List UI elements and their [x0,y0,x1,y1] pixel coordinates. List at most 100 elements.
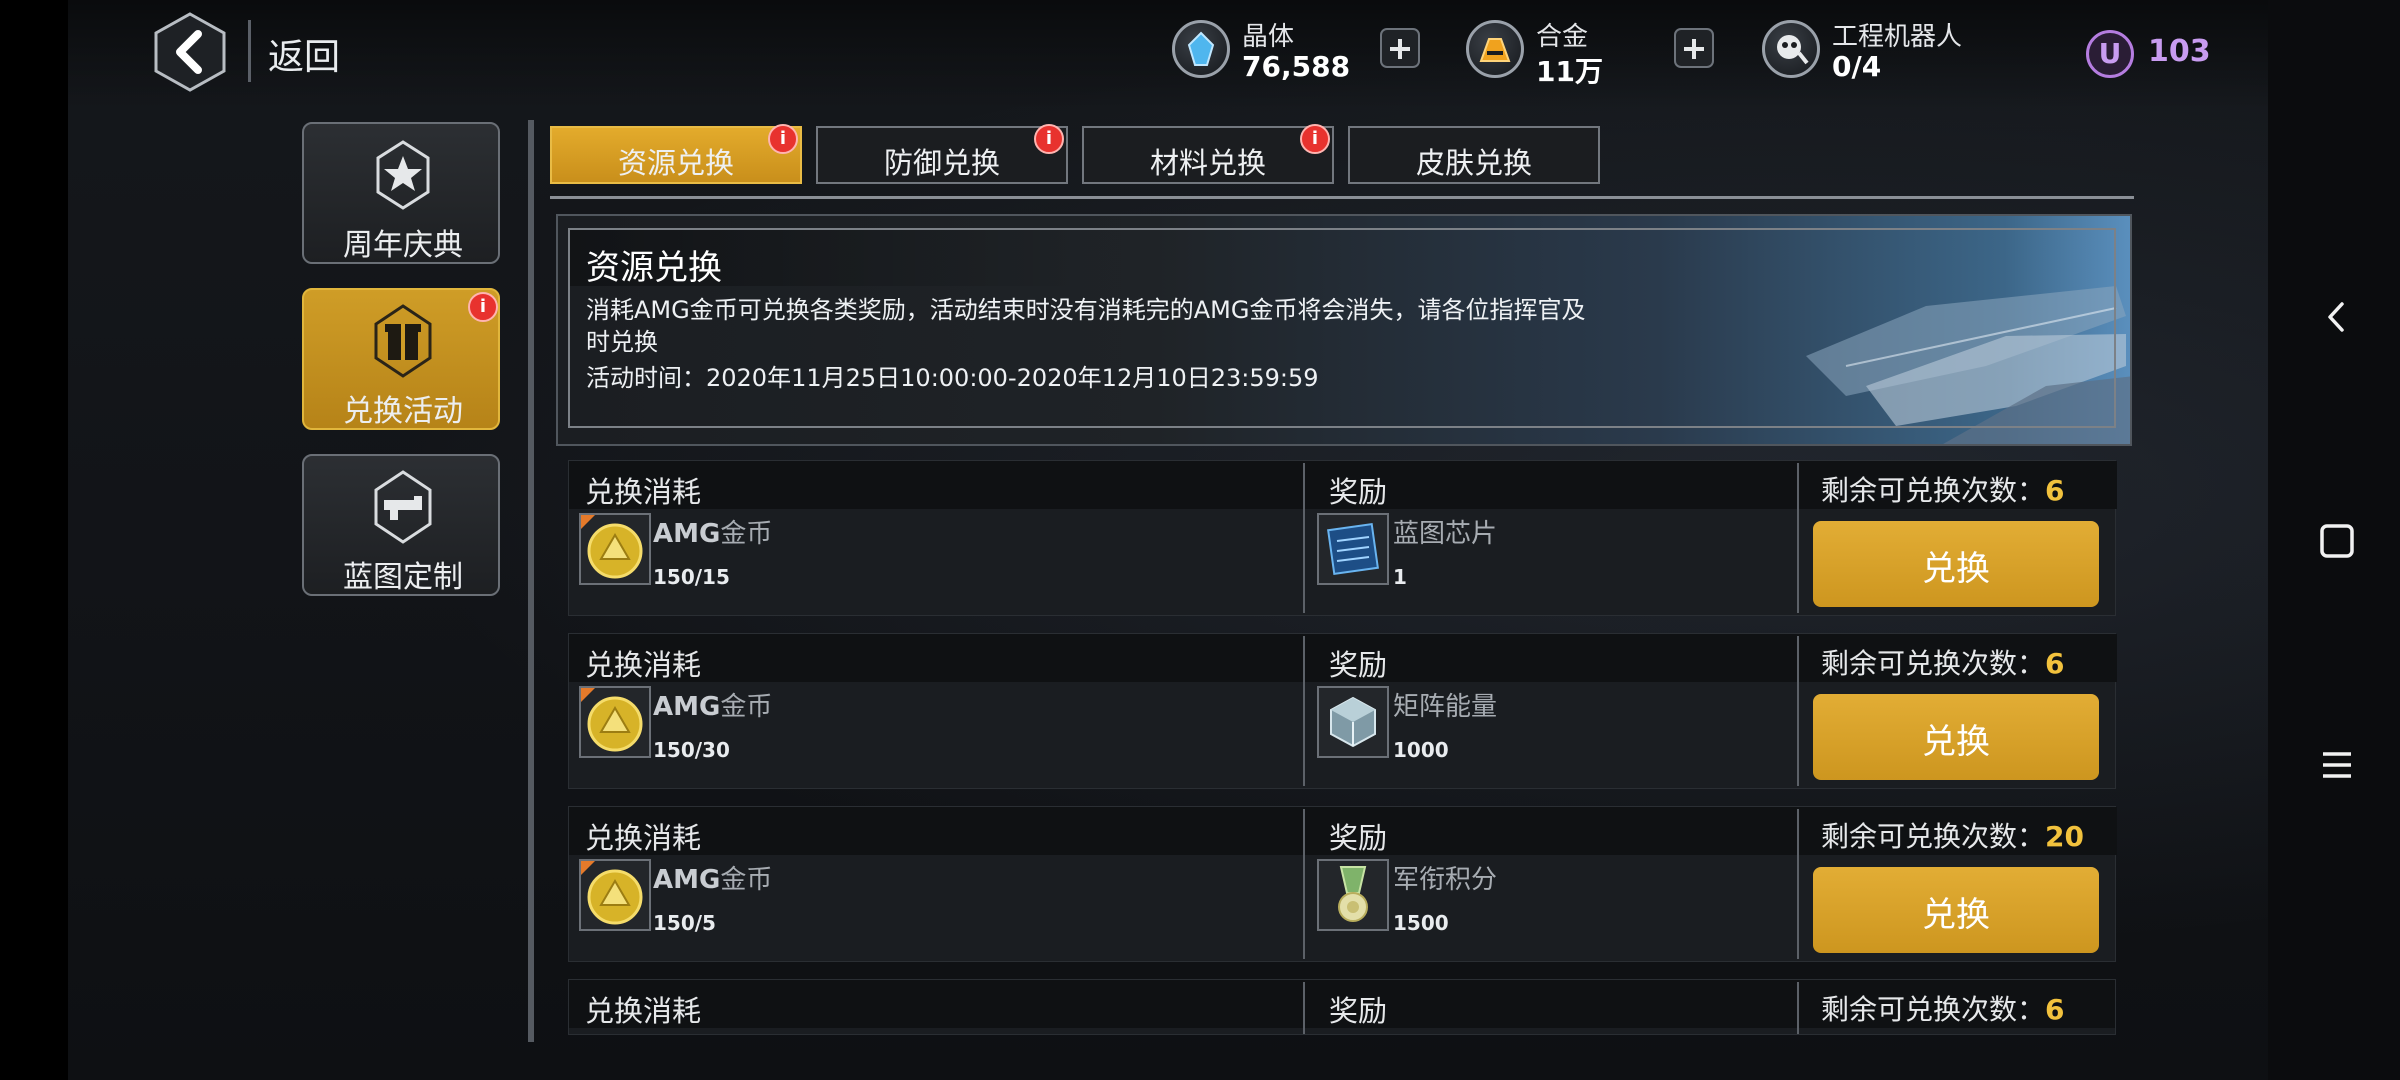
remaining-label: 剩余可兑换次数： [1821,993,2046,1026]
cost-item-prefix: AMG [653,519,721,549]
column-divider [1797,463,1799,613]
banner-description: 消耗AMG金币可兑换各类奖励，活动结束时没有消耗完的AMG金币将会消失，请各位指… [586,296,1586,356]
cost-item-name: AMG金币 [653,513,772,550]
tab-label: 防御兑换 [883,146,1000,180]
back-label[interactable]: 返回 [268,28,340,80]
reward-item-qty: 1000 [1393,738,1449,762]
remaining-value: 20 [2045,820,2084,853]
nav-back-icon[interactable] [2312,292,2362,342]
crystal-icon [1172,20,1230,78]
nav-recents-icon[interactable] [2312,740,2362,790]
sidebar-item-exchange[interactable]: 兑换活动 i [302,288,500,430]
system-nav-bar [2268,0,2400,1080]
column-divider [1797,809,1799,959]
blueprint-gun-icon [368,468,438,546]
cost-label: 兑换消耗 [585,994,702,1028]
remaining-label: 剩余可兑换次数： [1821,647,2046,680]
remaining-count: 剩余可兑换次数：6 [1821,642,2065,682]
letterbox-left [0,0,68,1080]
banner-title: 资源兑换 [586,248,722,288]
sidebar-item-blueprint[interactable]: 蓝图定制 [302,454,500,596]
tab-label: 材料兑换 [1149,146,1266,180]
remaining-value: 6 [2045,647,2065,680]
alloy-value: 11万 [1536,55,1603,88]
tab-resource-exchange[interactable]: 资源兑换 i [550,124,802,184]
cost-item-qty: 150/15 [653,565,730,589]
blueprint-chip-icon [1317,513,1389,585]
column-divider [1303,982,1305,1034]
sidebar-item-label: 蓝图定制 [343,560,463,595]
back-arrow-icon [154,12,226,92]
reward-item-qty: 1500 [1393,911,1449,935]
event-time-label: 活动时间： [586,364,706,392]
crystal-name: 晶体 [1242,22,1295,52]
cost-label: 兑换消耗 [585,475,702,509]
remaining-count: 剩余可兑换次数：6 [1821,469,2065,509]
notification-badge: i [1300,124,1330,154]
exchange-button-label: 兑换 [1922,722,1990,762]
robot-value: 0/4 [1832,50,1882,83]
cost-item-name: AMG金币 [653,686,772,723]
robot-name: 工程机器人 [1832,22,1963,52]
remaining-count: 剩余可兑换次数：6 [1821,988,2065,1028]
back-divider [248,20,251,82]
column-divider [1303,463,1305,613]
event-time-value: 2020年11月25日10:00:00-2020年12月10日23:59:59 [706,364,1319,392]
event-banner: 资源兑换 消耗AMG金币可兑换各类奖励，活动结束时没有消耗完的AMG金币将会消失… [556,214,2132,446]
tab-label: 皮肤兑换 [1415,146,1532,180]
reward-label: 奖励 [1329,821,1388,855]
column-divider [1303,636,1305,786]
cost-item-suffix: 金币 [720,692,773,722]
add-crystal-button[interactable] [1380,28,1420,68]
exchange-row: 兑换消耗 奖励 剩余可兑换次数：20 AMG金币 150/5 军衔积分 1500… [568,806,2117,962]
remaining-value: 6 [2045,474,2065,507]
cost-item-prefix: AMG [653,692,721,722]
cost-item-qty: 150/30 [653,738,730,762]
exchange-button-label: 兑换 [1922,549,1990,589]
tab-material-exchange[interactable]: 材料兑换 i [1082,124,1334,184]
reward-item-name: 矩阵能量 [1393,692,1498,722]
notification-badge: i [1034,124,1064,154]
matrix-energy-icon [1317,686,1389,758]
anniversary-star-icon [368,136,438,214]
cost-item-suffix: 金币 [720,865,773,895]
alloy-icon [1466,20,1524,78]
u-currency-value: 103 [2148,34,2211,69]
remaining-label: 剩余可兑换次数： [1821,474,2046,507]
cost-item-name: AMG金币 [653,859,772,896]
crystal-value: 76,588 [1242,50,1351,83]
column-divider [1303,809,1305,959]
cost-item-qty: 150/5 [653,911,716,935]
back-button[interactable] [152,12,228,92]
exchange-button[interactable]: 兑换 [1813,694,2099,780]
column-divider [1797,636,1799,786]
remaining-label: 剩余可兑换次数： [1821,820,2046,853]
sidebar-item-anniversary[interactable]: 周年庆典 [302,122,500,264]
exchange-row: 兑换消耗 奖励 剩余可兑换次数：6 AMG金币 150/15 蓝图芯片 1 兑换 [568,460,2117,616]
exchange-button[interactable]: 兑换 [1813,521,2099,607]
exchange-button-label: 兑换 [1922,895,1990,935]
reward-item-qty: 1 [1393,565,1407,589]
tab-underline [550,196,2134,199]
reward-item-name: 军衔积分 [1393,865,1498,895]
top-bar: 返回 晶体 76,588 合金 11万 工程机器人 0/4 U 103 [68,0,2350,110]
amg-coin-icon [579,859,651,931]
tab-skin-exchange[interactable]: 皮肤兑换 [1348,126,1600,184]
remaining-value: 6 [2045,993,2065,1026]
banner-frame: 资源兑换 消耗AMG金币可兑换各类奖励，活动结束时没有消耗完的AMG金币将会消失… [568,228,2116,428]
cost-item-prefix: AMG [653,865,721,895]
exchange-button[interactable]: 兑换 [1813,867,2099,953]
reward-label: 奖励 [1329,994,1388,1028]
tab-label: 资源兑换 [617,146,734,180]
nav-home-icon[interactable] [2312,516,2362,566]
gift-icon [368,302,438,380]
sidebar-item-label: 兑换活动 [343,394,463,429]
cost-label: 兑换消耗 [585,648,702,682]
add-alloy-button[interactable] [1674,28,1714,68]
amg-coin-icon [579,513,651,585]
u-currency-icon: U [2086,30,2134,78]
exchange-row: 兑换消耗 奖励 剩余可兑换次数：6 AMG金币 150/30 矩阵能量 1000… [568,633,2117,789]
cost-item-suffix: 金币 [720,519,773,549]
tab-defense-exchange[interactable]: 防御兑换 i [816,124,1068,184]
sidebar-item-label: 周年庆典 [343,228,463,263]
